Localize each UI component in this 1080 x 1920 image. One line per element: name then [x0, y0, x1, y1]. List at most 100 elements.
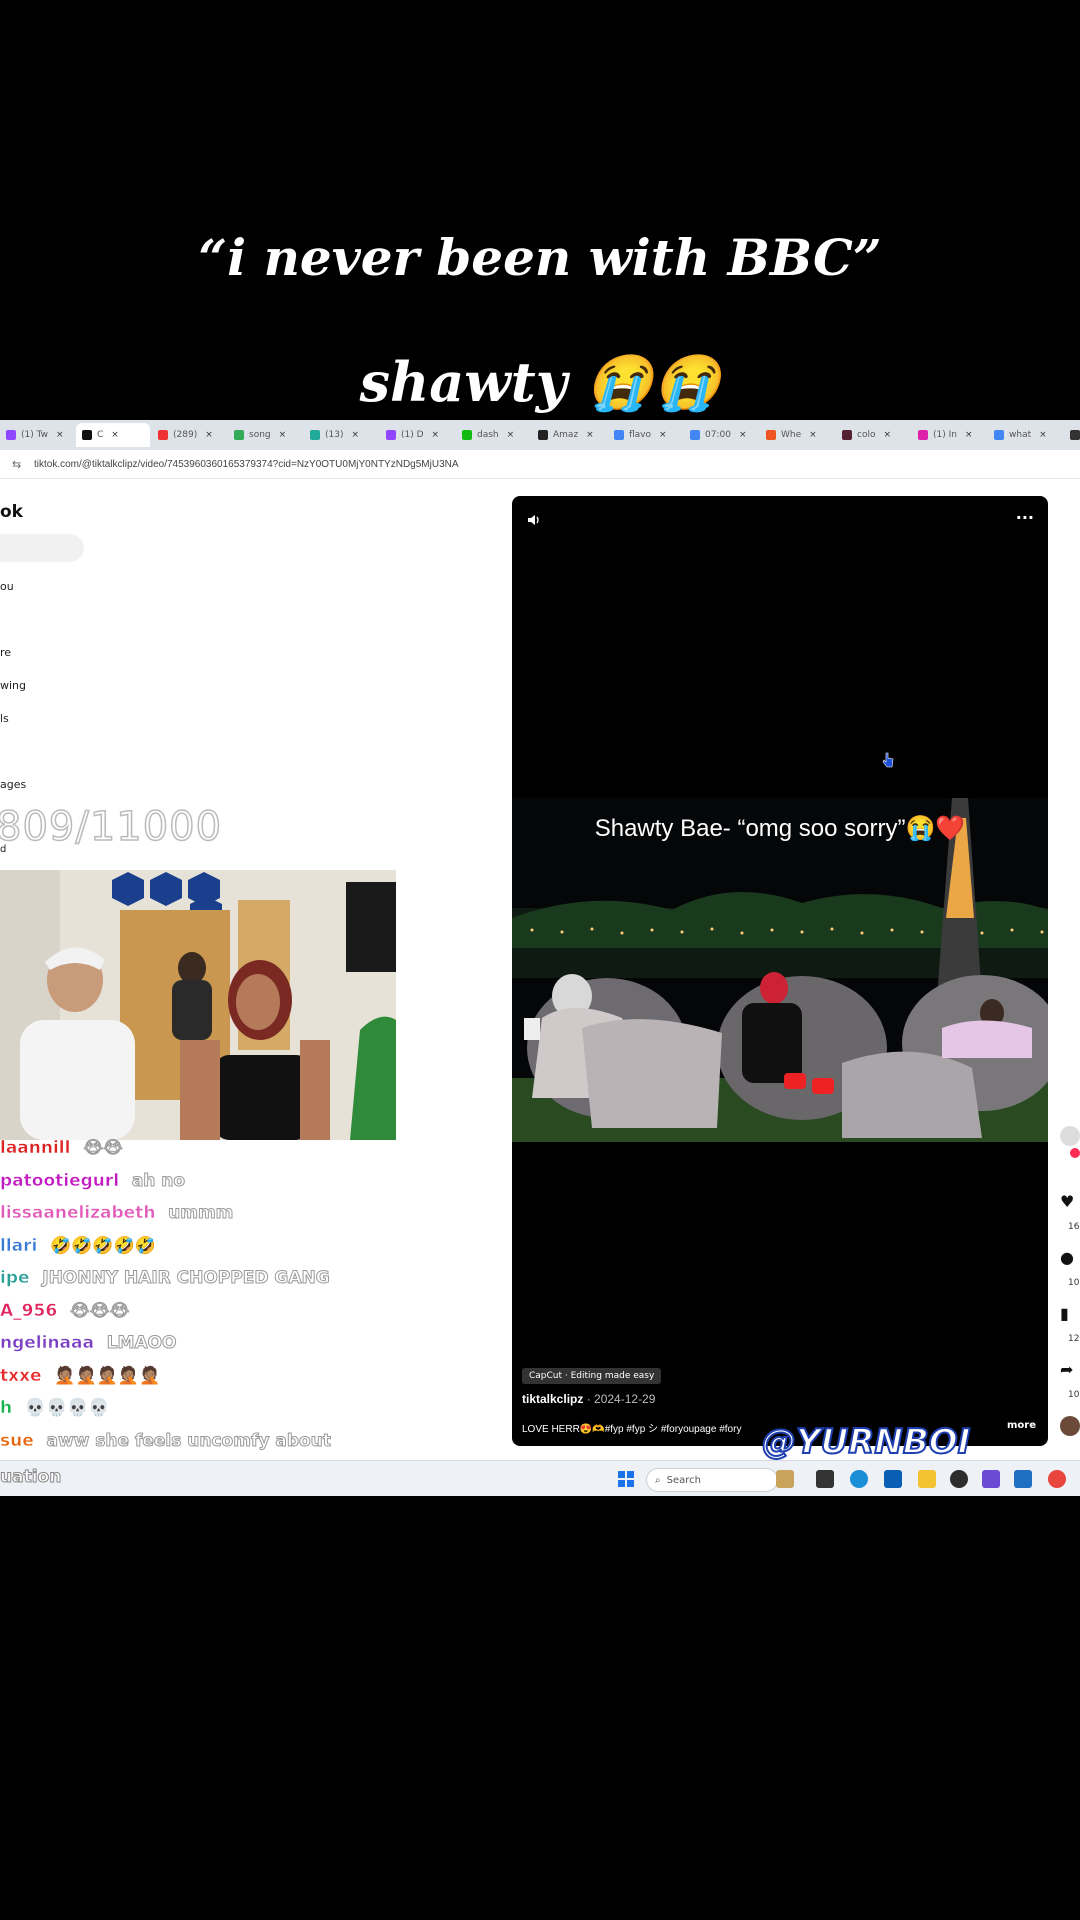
tab-label: (1) Tw [21, 430, 48, 440]
tab-close-icon[interactable]: × [586, 430, 594, 440]
tab-favicon-icon [538, 430, 548, 440]
tab-label: C [97, 430, 104, 440]
video-text-caption: Shawty Bae- “omg soo sorry”😭❤️ [594, 815, 966, 842]
browser-tab[interactable]: dash × [456, 423, 530, 447]
more-link[interactable]: more [1007, 1420, 1036, 1431]
chat-username: A_956 [0, 1300, 58, 1321]
store-icon[interactable] [884, 1470, 902, 1488]
nav-item-messages[interactable]: ages [0, 778, 26, 791]
site-settings-icon[interactable]: ⇆ [12, 458, 28, 471]
browser-tab[interactable]: flavo × [608, 423, 682, 447]
volume-icon[interactable] [526, 512, 542, 528]
nav-item-following[interactable]: wing [0, 679, 26, 692]
browser-tab[interactable]: (13) × [304, 423, 378, 447]
chat-message: ipe: JHONNY HAIR CHOPPED GANG [0, 1268, 330, 1289]
taskbar-search[interactable]: ⌕ Search [646, 1468, 778, 1492]
file-explorer-icon[interactable] [918, 1470, 936, 1488]
browser-tab[interactable]: 07:00 × [684, 423, 758, 447]
edge-icon[interactable] [850, 1470, 868, 1488]
video-player[interactable]: ··· Shawty Bae- “omg soo sorry”😭❤️ CapCu… [512, 496, 1048, 1446]
browser-tab[interactable]: Whe × [760, 423, 834, 447]
tab-close-icon[interactable]: × [432, 430, 440, 440]
music-disc-icon[interactable] [1060, 1416, 1080, 1436]
tab-close-icon[interactable]: × [279, 430, 287, 440]
browser-tab[interactable]: (289) × [152, 423, 226, 447]
creator-watermark: @YURNBOI [761, 1421, 971, 1463]
chat-overflow-text: uation [0, 1467, 62, 1488]
browser-tab[interactable]: song × [228, 423, 302, 447]
chat-text: 😭😭 [83, 1138, 124, 1159]
tab-close-icon[interactable]: × [965, 430, 973, 440]
tab-close-icon[interactable]: × [507, 430, 515, 440]
like-icon[interactable]: ♥ [1060, 1192, 1080, 1212]
chat-text: 😭😭😭 [69, 1300, 130, 1321]
tab-close-icon[interactable]: × [659, 430, 667, 440]
tab-favicon-icon [158, 430, 168, 440]
comment-icon[interactable]: ● [1060, 1248, 1080, 1268]
share-icon[interactable]: ➦ [1060, 1360, 1080, 1380]
browser-tab[interactable]: (1) In × [912, 423, 986, 447]
tab-favicon-icon [386, 430, 396, 440]
tiktok-logo[interactable]: ok [0, 502, 23, 522]
chat-username: patootiegurl [0, 1170, 120, 1191]
tab-close-icon[interactable]: × [883, 430, 891, 440]
tab-label: (1) In [933, 430, 957, 440]
widgets-icon[interactable] [776, 1470, 794, 1488]
bookmark-icon[interactable]: ▮ [1060, 1304, 1080, 1324]
browser-tab[interactable]: what × [988, 423, 1062, 447]
tab-close-icon[interactable]: × [351, 430, 359, 440]
tab-close-icon[interactable]: × [205, 430, 213, 440]
chrome-icon[interactable] [1048, 1470, 1066, 1488]
chat-text: aww she feels uncomfy about [46, 1430, 331, 1451]
tab-close-icon[interactable]: × [56, 430, 64, 440]
tab-close-icon[interactable]: × [1039, 430, 1047, 440]
chat-username: sue [0, 1430, 34, 1451]
browser-tab[interactable]: C × [76, 423, 150, 447]
task-view-icon[interactable] [816, 1470, 834, 1488]
counter-sub-label: d [0, 844, 7, 855]
browser-tab[interactable]: (1) D × [380, 423, 454, 447]
browser-tab[interactable]: (1) Tw × [0, 423, 74, 447]
chat-username: ipe [0, 1268, 30, 1289]
chat-message: lissaanelizabeth: ummm [0, 1203, 234, 1224]
tab-close-icon[interactable]: × [809, 430, 817, 440]
tab-label: (289) [173, 430, 198, 440]
nav-item-for-you[interactable]: ou [0, 580, 14, 593]
calendar-icon[interactable] [1014, 1470, 1032, 1488]
chat-separator: : [93, 1333, 107, 1353]
chat-message: llari: 🤣🤣🤣🤣🤣 [0, 1235, 156, 1256]
url-text[interactable]: tiktok.com/@tiktalkclipz/video/745396036… [34, 459, 459, 470]
browser-tab[interactable]: Amaz × [532, 423, 606, 447]
tab-favicon-icon [842, 430, 852, 440]
chat-username: laannill [0, 1138, 71, 1159]
tab-label: (1) D [401, 430, 424, 440]
more-options-icon[interactable]: ··· [1016, 508, 1034, 527]
nav-item-explore[interactable]: re [0, 646, 11, 659]
author-avatar[interactable] [1060, 1126, 1080, 1146]
chat-text: 💀💀💀💀 [24, 1398, 110, 1419]
chat-separator: : [41, 1365, 55, 1386]
follow-plus-icon[interactable] [1070, 1148, 1080, 1158]
windows-start-icon[interactable] [618, 1471, 634, 1487]
app-icon[interactable] [982, 1470, 1000, 1488]
chat-username: llari [0, 1235, 38, 1256]
chat-separator: : [37, 1235, 51, 1256]
chat-message: ngelinaaa: LMAOO [0, 1333, 177, 1354]
video-author[interactable]: tiktalkclipz · 2024-12-29 [522, 1392, 655, 1406]
nav-item-friends[interactable]: ls [0, 712, 9, 725]
tiktok-search-input[interactable] [0, 534, 84, 562]
tab-favicon-icon [614, 430, 624, 440]
tab-label: what [1009, 430, 1032, 440]
video-username[interactable]: tiktalkclipz [522, 1392, 583, 1406]
address-bar[interactable]: ⇆ tiktok.com/@tiktalkclipz/video/7453960… [0, 450, 1080, 479]
chat-separator: : [70, 1138, 84, 1158]
browser-tab[interactable]: colo × [836, 423, 910, 447]
browser-tab[interactable]: To× [1064, 423, 1080, 447]
tab-close-icon[interactable]: × [111, 430, 119, 440]
capcut-badge[interactable]: CapCut · Editing made easy [522, 1368, 662, 1384]
chat-message: sue: aww she feels uncomfy about [0, 1430, 331, 1451]
chat-text: 🤦🏽🤦🏽🤦🏽🤦🏽🤦🏽 [54, 1365, 161, 1386]
obs-icon[interactable] [950, 1470, 968, 1488]
chat-message: txxe: 🤦🏽🤦🏽🤦🏽🤦🏽🤦🏽 [0, 1365, 161, 1386]
tab-close-icon[interactable]: × [739, 430, 747, 440]
